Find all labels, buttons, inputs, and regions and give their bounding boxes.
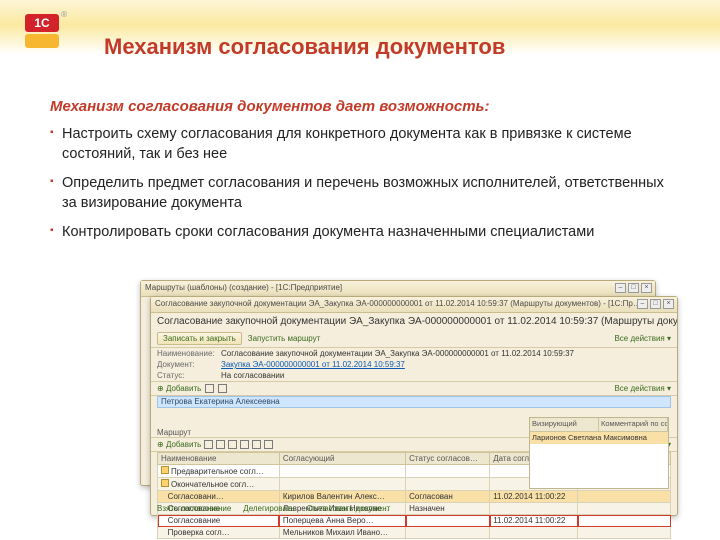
maximize-icon[interactable]: □	[650, 299, 661, 309]
side-panel: Визирующий Комментарий по согла… Ларионо…	[529, 417, 669, 489]
side-header-approver: Визирующий	[530, 418, 599, 431]
name-value: Согласование закупочной документации ЭА_…	[221, 349, 574, 358]
status-label: Статус:	[157, 371, 217, 380]
mini-toolbar: ⊕ Добавить Все действия ▾	[151, 381, 677, 396]
tool-icon[interactable]	[252, 440, 261, 449]
close-icon[interactable]: ×	[663, 299, 674, 309]
selected-person-bar[interactable]: Петрова Екатерина Алексеевна	[157, 396, 671, 408]
embedded-screenshot: Маршруты (шаблоны) (создание) - [1С:Пред…	[140, 280, 680, 518]
close-icon[interactable]: ×	[641, 283, 652, 293]
all-actions-dropdown[interactable]: Все действия ▾	[614, 334, 671, 343]
slide-header: 1С Механизм согласования документов	[0, 0, 720, 88]
table-row[interactable]: Согласовани…Кирилов Валентин Алекс…Согла…	[158, 491, 671, 503]
slide-content: Механизм согласования документов дает во…	[0, 88, 720, 243]
window-title-front: Согласование закупочной документации ЭА_…	[155, 299, 641, 308]
tool-icon[interactable]	[228, 440, 237, 449]
logo-accent	[25, 34, 59, 48]
tool-icon[interactable]	[204, 440, 213, 449]
tool-icon[interactable]	[264, 440, 273, 449]
folder-icon	[161, 479, 169, 487]
name-label: Наименование:	[157, 349, 217, 358]
start-route-button[interactable]: Запустить маршрут	[248, 334, 321, 343]
status-value: На согласовании	[221, 371, 284, 380]
foreground-window: Согласование закупочной документации ЭА_…	[150, 296, 678, 516]
bullet-item: Контролировать сроки согласования докуме…	[50, 223, 680, 243]
all-actions-dropdown[interactable]: Все действия ▾	[614, 384, 671, 393]
footer-actions: Взять согласование Делегировать Согласов…	[157, 504, 390, 513]
window-title-back: Маршруты (шаблоны) (создание) - [1С:Пред…	[145, 283, 342, 292]
folder-icon	[161, 466, 169, 474]
th-status[interactable]: Статус согласов…	[406, 453, 490, 465]
maximize-icon[interactable]: □	[628, 283, 639, 293]
logo-1c: 1С	[22, 14, 62, 54]
window-titlebar-front: Согласование закупочной документации ЭА_…	[151, 297, 677, 313]
table-row[interactable]: Проверка согл…Мельников Михаил Ивано…	[158, 527, 671, 539]
side-header-comment: Комментарий по согла…	[599, 418, 668, 431]
delegate-link[interactable]: Делегировать	[243, 504, 294, 513]
tool-icon[interactable]	[218, 384, 227, 393]
save-and-close-button[interactable]: Записать и закрыть	[157, 332, 242, 345]
document-link[interactable]: Закупка ЭА-000000000001 от 11.02.2014 10…	[221, 360, 405, 369]
add-button[interactable]: ⊕ Добавить	[157, 384, 201, 393]
bullet-item: Настроить схему согласования для конкрет…	[50, 125, 680, 164]
logo-text: 1С	[25, 14, 59, 32]
subtitle: Механизм согласования документов дает во…	[50, 98, 680, 115]
th-approver[interactable]: Согласующий	[279, 453, 405, 465]
th-name[interactable]: Наименование	[158, 453, 280, 465]
approve-doc-link[interactable]: Согласовать документ	[307, 504, 391, 513]
bullet-list: Настроить схему согласования для конкрет…	[50, 125, 680, 243]
table-row-highlighted[interactable]: СогласованиеПоперцева Анна Веро…11.02.20…	[158, 515, 671, 527]
window-titlebar-back: Маршруты (шаблоны) (создание) - [1С:Пред…	[141, 281, 655, 297]
minimize-icon[interactable]: –	[637, 299, 648, 309]
tool-icon[interactable]	[240, 440, 249, 449]
tool-icon[interactable]	[205, 384, 214, 393]
take-approval-link[interactable]: Взять согласование	[157, 504, 231, 513]
minimize-icon[interactable]: –	[615, 283, 626, 293]
side-row[interactable]: Ларионов Светлана Максимовна	[530, 432, 668, 444]
slide-title: Механизм согласования документов	[104, 34, 505, 60]
document-label: Документ:	[157, 360, 217, 369]
bullet-item: Определить предмет согласования и перече…	[50, 174, 680, 213]
main-toolbar: Записать и закрыть Запустить маршрут Все…	[151, 330, 677, 348]
document-title: Согласование закупочной документации ЭА_…	[151, 313, 677, 330]
tool-icon[interactable]	[216, 440, 225, 449]
route-add-button[interactable]: ⊕ Добавить	[157, 440, 201, 449]
